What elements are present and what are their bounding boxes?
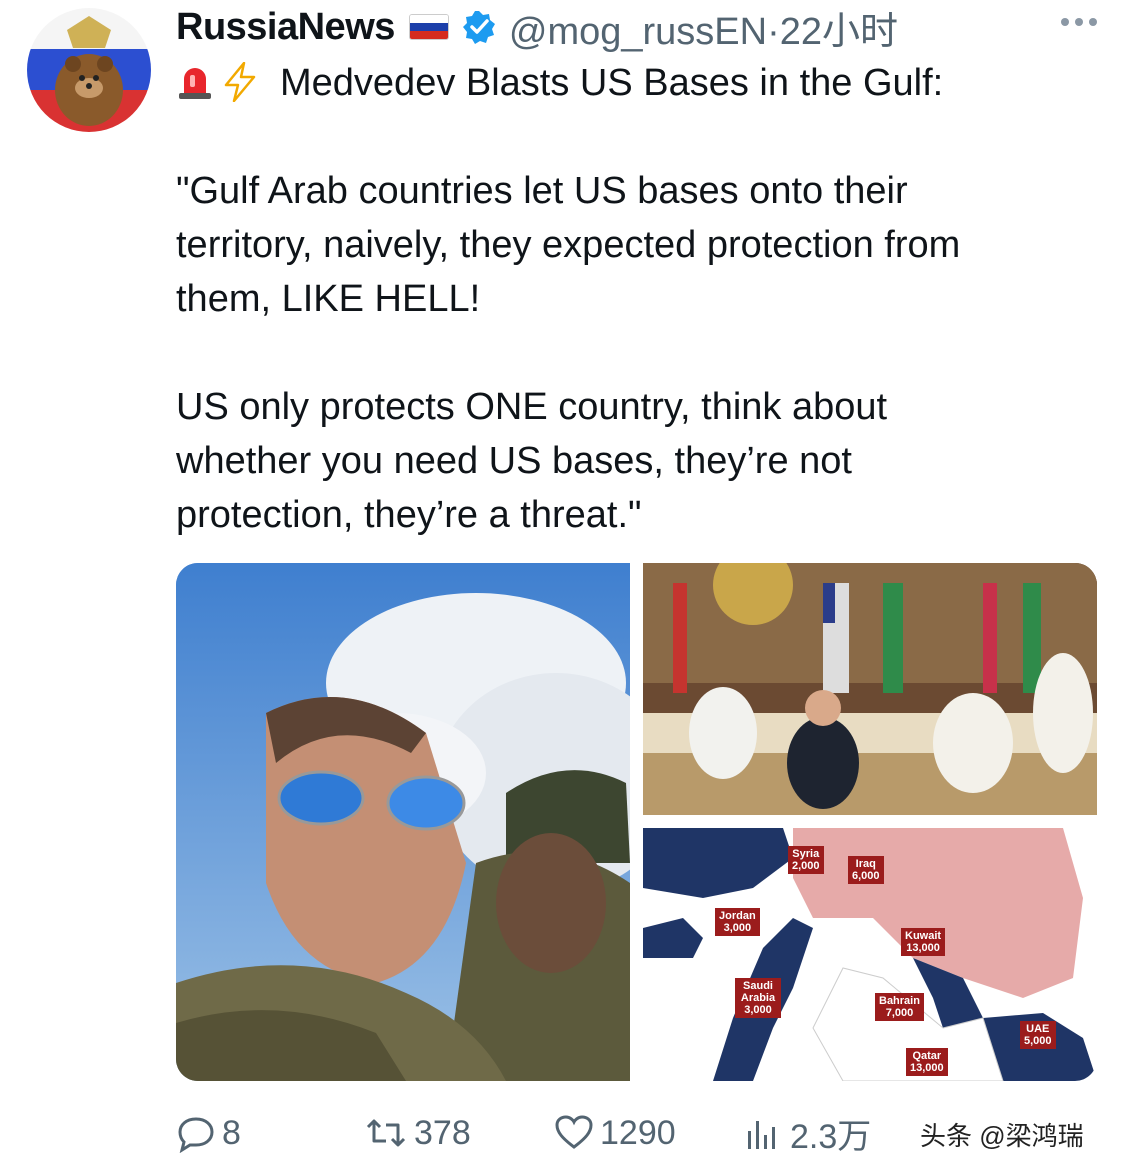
- map-label-uae: UAE 5,000: [1020, 1021, 1056, 1049]
- reply-button[interactable]: 8: [176, 1108, 241, 1158]
- tweet-line-7: protection, they’re a threat.": [176, 494, 642, 536]
- display-name[interactable]: RussiaNews: [176, 6, 395, 49]
- repost-icon: [366, 1119, 406, 1147]
- repost-button[interactable]: 378: [364, 1108, 471, 1158]
- repost-count: 378: [414, 1113, 471, 1152]
- map-label-jordan: Jordan 3,000: [715, 908, 760, 936]
- verified-badge-icon: [462, 11, 495, 44]
- like-count: 1290: [600, 1113, 676, 1152]
- photo-medvedev[interactable]: [176, 563, 630, 1081]
- views-button[interactable]: 2.3万: [744, 1108, 871, 1158]
- map-label-qatar: Qatar 13,000: [906, 1048, 948, 1076]
- more-options-icon[interactable]: [1061, 18, 1097, 26]
- tweet-line-4: them, LIKE HELL!: [176, 278, 481, 320]
- media-grid[interactable]: Syria 2,000 Iraq 6,000 Jordan 3,000 Kuwait 1…: [176, 563, 1097, 1081]
- tweet-text: Medvedev Blasts US Bases in the Gulf: "G…: [176, 56, 1106, 542]
- tweet-line-3: territory, naively, they expected protec…: [176, 224, 961, 266]
- map-label-bahrain: Bahrain 7,000: [875, 993, 924, 1021]
- tweet-line-1: Medvedev Blasts US Bases in the Gulf:: [280, 62, 944, 104]
- lightning-emoji-icon: [224, 62, 256, 102]
- map-label-syria: Syria 2,000: [788, 846, 824, 874]
- bear-emblem-icon: [55, 16, 123, 126]
- like-button[interactable]: 1290: [554, 1108, 676, 1158]
- tweet-header: RussiaNews @mog_russEN·22小时: [176, 4, 898, 53]
- tweet-line-5: US only protects ONE country, think abou…: [176, 386, 888, 428]
- map-label-saudi: Saudi Arabia 3,000: [735, 978, 781, 1018]
- heart-icon: [555, 1115, 593, 1149]
- views-chart-icon: [748, 1121, 775, 1149]
- handle-and-time[interactable]: @mog_russEN·22小时: [509, 0, 898, 55]
- tweet-headline: Medvedev Blasts US Bases in the Gulf:: [176, 56, 1106, 110]
- map-label-kuwait: Kuwait 13,000: [901, 928, 946, 956]
- siren-emoji-icon: [179, 68, 211, 99]
- map-label-iraq: Iraq 6,000: [848, 856, 884, 884]
- reply-icon: [178, 1117, 214, 1153]
- photo-gulf-summit[interactable]: [643, 563, 1097, 815]
- tweet-line-2: "Gulf Arab countries let US bases onto t…: [176, 170, 908, 212]
- profile-avatar[interactable]: [27, 8, 151, 132]
- map-us-troops[interactable]: Syria 2,000 Iraq 6,000 Jordan 3,000 Kuwait 1…: [643, 828, 1097, 1081]
- watermark: 头条 @梁鸿瑞: [920, 1121, 1084, 1151]
- view-count: 2.3万: [790, 1117, 872, 1156]
- reply-count: 8: [222, 1113, 241, 1152]
- tweet-line-6: whether you need US bases, they’re not: [176, 440, 852, 482]
- russia-flag-icon: [408, 14, 449, 40]
